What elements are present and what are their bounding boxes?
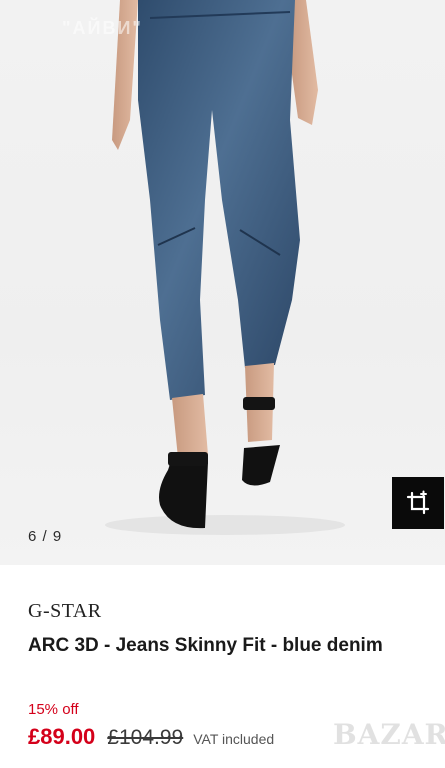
product-image-gallery[interactable]: "АЙВИ" 6 / 9 [0, 0, 445, 565]
product-title: ARC 3D - Jeans Skinny Fit - blue denim [28, 635, 383, 656]
bazar-watermark-logo: BAZAR [333, 718, 445, 751]
vat-note: VAT included [193, 731, 275, 747]
original-price: £104.99 [107, 726, 184, 749]
crop-button[interactable] [392, 477, 444, 529]
watermark-text: "АЙВИ" [62, 18, 143, 38]
current-price: £89.00 [28, 724, 96, 749]
image-counter: 6 / 9 [28, 528, 63, 545]
product-photo [105, 0, 345, 535]
brand-name[interactable]: G-STAR [28, 600, 102, 623]
discount-label: 15% off [28, 701, 79, 718]
price-row: £89.00 £104.99 VAT included [28, 724, 274, 754]
crop-icon [406, 490, 430, 515]
